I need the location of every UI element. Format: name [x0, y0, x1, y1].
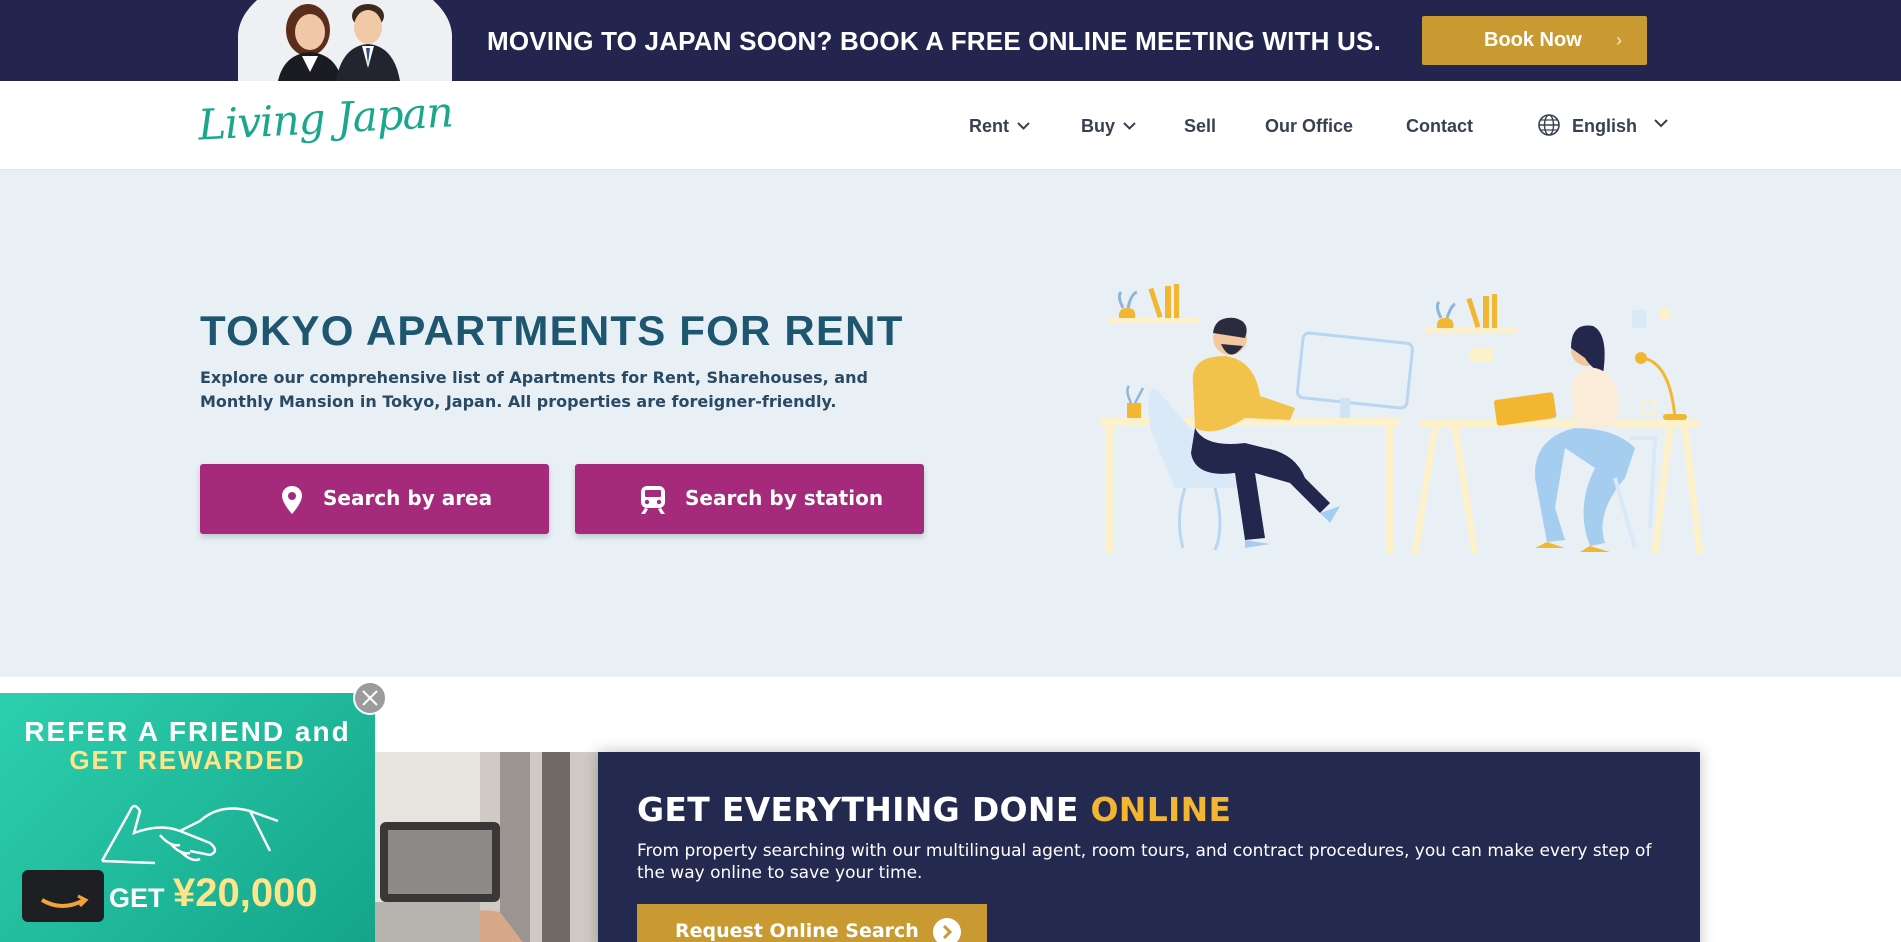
promo-banner: MOVING TO JAPAN SOON? BOOK A FREE ONLINE…	[0, 0, 1901, 81]
nav-sell[interactable]: Sell	[1184, 116, 1216, 137]
train-icon	[640, 486, 666, 519]
close-popup-button[interactable]	[353, 681, 387, 715]
handshake-icon	[100, 804, 279, 865]
referral-get-label: GET	[109, 883, 165, 913]
site-header: Living Japan Rent Buy Sell Our Office Co…	[0, 81, 1901, 170]
globe-icon[interactable]	[1537, 113, 1561, 137]
online-services-section: GET EVERYTHING DONE ONLINE From property…	[598, 752, 1700, 942]
referral-popup[interactable]: REFER A FRIEND and GET REWARDED GET ¥20,…	[0, 693, 375, 942]
request-online-search-button[interactable]: Request Online Search	[637, 904, 987, 942]
search-by-area-button[interactable]: Search by area	[200, 464, 549, 534]
online-section-description: From property searching with our multili…	[637, 841, 1652, 883]
logo[interactable]: Living Japan	[197, 87, 454, 149]
chevron-right-icon: ›	[1616, 30, 1622, 50]
search-by-area-label: Search by area	[323, 486, 493, 510]
amazon-logo-icon	[22, 870, 104, 922]
book-now-button[interactable]: Book Now ›	[1422, 16, 1647, 65]
nav-buy[interactable]: Buy	[1081, 116, 1136, 137]
referral-line2: GET REWARDED	[69, 745, 306, 775]
nav-buy-label: Buy	[1081, 116, 1116, 136]
page: MOVING TO JAPAN SOON? BOOK A FREE ONLINE…	[0, 0, 1901, 942]
hero-description: Explore our comprehensive list of Apartm…	[200, 368, 868, 411]
close-icon	[362, 690, 378, 706]
nav-our-office[interactable]: Our Office	[1265, 116, 1353, 137]
nav-rent-label: Rent	[969, 116, 1009, 136]
online-title-accent: ONLINE	[1090, 790, 1232, 829]
arrow-right-icon	[933, 918, 961, 942]
online-title-main: GET EVERYTHING DONE	[637, 790, 1091, 829]
office-workers-illustration	[1100, 284, 1704, 555]
chevron-down-icon	[1123, 118, 1136, 133]
chevron-down-icon	[1017, 118, 1030, 133]
nav-contact[interactable]: Contact	[1406, 116, 1473, 137]
referral-line1: REFER A FRIEND and	[24, 716, 351, 747]
book-now-label: Book Now	[1484, 29, 1582, 51]
map-pin-icon	[281, 486, 303, 519]
search-by-station-button[interactable]: Search by station	[575, 464, 924, 534]
promo-headline: MOVING TO JAPAN SOON? BOOK A FREE ONLINE…	[487, 26, 1381, 56]
hero-title: TOKYO APARTMENTS FOR RENT	[200, 307, 904, 354]
online-section-photo	[370, 752, 600, 942]
request-online-search-label: Request Online Search	[675, 920, 919, 942]
promo-people-photo	[238, 0, 452, 81]
referral-amount: ¥20,000	[173, 871, 318, 915]
nav-rent[interactable]: Rent	[969, 116, 1030, 137]
search-by-station-label: Search by station	[685, 486, 884, 510]
online-section-title: GET EVERYTHING DONE ONLINE	[637, 790, 1231, 829]
hero-section: TOKYO APARTMENTS FOR RENT Explore our co…	[0, 170, 1901, 677]
language-selector[interactable]: English	[1572, 116, 1637, 137]
chevron-down-icon[interactable]	[1654, 115, 1668, 133]
